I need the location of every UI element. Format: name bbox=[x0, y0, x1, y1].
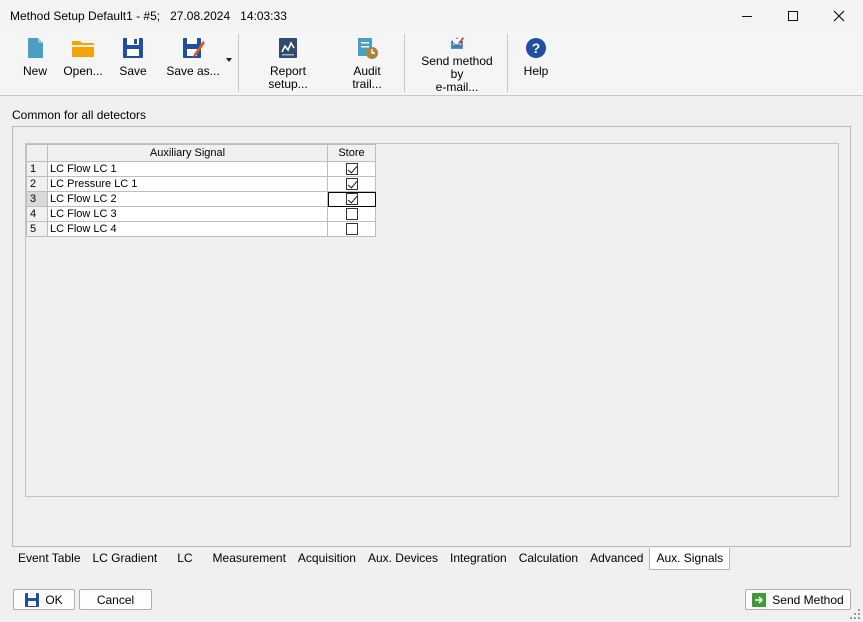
audit-trail-icon bbox=[358, 38, 378, 59]
tab-calculation[interactable]: Calculation bbox=[513, 548, 584, 569]
help-button[interactable]: ? Help bbox=[520, 32, 552, 94]
store-checkbox[interactable] bbox=[345, 163, 358, 176]
tab-lc[interactable]: LC bbox=[163, 548, 206, 569]
ok-label: OK bbox=[45, 592, 63, 607]
signal-name-cell[interactable]: LC Flow LC 3 bbox=[47, 206, 328, 222]
send-method-button[interactable]: Send Method bbox=[745, 589, 851, 610]
maximize-button[interactable] bbox=[770, 0, 816, 32]
cancel-label: Cancel bbox=[96, 592, 135, 607]
maximize-icon bbox=[788, 11, 798, 21]
auxiliary-signal-header[interactable]: Auxiliary Signal bbox=[47, 144, 328, 162]
row-number[interactable]: 4 bbox=[26, 206, 48, 222]
signal-name-cell[interactable]: LC Flow LC 4 bbox=[47, 221, 328, 237]
svg-text:?: ? bbox=[532, 40, 541, 56]
store-cell[interactable] bbox=[327, 206, 376, 222]
report-setup-icon bbox=[279, 38, 297, 58]
report-setup-button[interactable]: Report setup... bbox=[250, 32, 326, 94]
tab-measurement[interactable]: Measurement bbox=[207, 548, 292, 569]
toolbar-separator bbox=[507, 34, 508, 92]
row-number[interactable]: 1 bbox=[26, 161, 48, 177]
folder-open-icon bbox=[72, 41, 94, 57]
tab-aux-devices[interactable]: Aux. Devices bbox=[362, 548, 444, 569]
table-row[interactable]: 5 LC Flow LC 4 bbox=[26, 221, 376, 237]
table-row[interactable]: 2 LC Pressure LC 1 bbox=[26, 176, 376, 192]
send-method-email-button[interactable]: Send method by e-mail... bbox=[414, 32, 500, 94]
signal-name-cell[interactable]: LC Flow LC 1 bbox=[47, 161, 328, 177]
section-label: Common for all detectors bbox=[12, 108, 147, 122]
store-header[interactable]: Store bbox=[327, 144, 376, 162]
row-number[interactable]: 2 bbox=[26, 176, 48, 192]
tab-aux-signals[interactable]: Aux. Signals bbox=[649, 548, 731, 570]
ok-button[interactable]: OK bbox=[13, 589, 75, 610]
send-method-label: Send Method bbox=[772, 592, 844, 607]
tab-lc-gradient[interactable]: LC Gradient bbox=[87, 548, 164, 569]
aux-signal-table: Auxiliary Signal Store 1 LC Flow LC 1 2 … bbox=[26, 144, 376, 237]
tab-advanced[interactable]: Advanced bbox=[584, 548, 649, 569]
row-number[interactable]: 3 bbox=[26, 191, 48, 207]
new-button[interactable]: New bbox=[18, 32, 52, 94]
toolbar-separator bbox=[404, 34, 405, 92]
aux-signals-panel: Auxiliary Signal Store 1 LC Flow LC 1 2 … bbox=[12, 126, 851, 547]
row-number-header bbox=[26, 144, 48, 162]
resize-grip[interactable] bbox=[850, 609, 860, 619]
row-number[interactable]: 5 bbox=[26, 221, 48, 237]
table-row[interactable]: 4 LC Flow LC 3 bbox=[26, 206, 376, 222]
email-method-icon bbox=[450, 37, 464, 49]
help-icon: ? bbox=[526, 38, 546, 58]
toolbar-separator bbox=[238, 34, 239, 92]
cancel-button[interactable]: Cancel bbox=[79, 589, 152, 610]
save-button[interactable]: Save bbox=[116, 32, 150, 94]
store-cell[interactable] bbox=[327, 221, 376, 237]
save-as-icon bbox=[183, 38, 205, 58]
minimize-button[interactable] bbox=[724, 0, 770, 32]
close-icon bbox=[833, 10, 845, 22]
tab-event-table[interactable]: Event Table bbox=[12, 548, 87, 569]
store-cell[interactable] bbox=[327, 161, 376, 177]
tab-acquisition[interactable]: Acquisition bbox=[292, 548, 362, 569]
open-button[interactable]: Open... bbox=[63, 32, 103, 94]
floppy-disk-icon bbox=[123, 38, 143, 58]
table-row[interactable]: 1 LC Flow LC 1 bbox=[26, 161, 376, 177]
table-row[interactable]: 3 LC Flow LC 2 bbox=[26, 191, 376, 207]
save-as-dropdown-icon[interactable] bbox=[226, 58, 232, 62]
toolbar: New Open... Save Save as... Report setup… bbox=[0, 32, 863, 96]
minimize-icon bbox=[742, 15, 752, 17]
title-bar: Method Setup Default1 - #5; 27.08.2024 1… bbox=[0, 0, 863, 32]
audit-trail-button[interactable]: Audit trail... bbox=[338, 32, 396, 94]
store-checkbox[interactable] bbox=[345, 193, 358, 206]
store-checkbox[interactable] bbox=[345, 223, 358, 236]
store-cell[interactable] bbox=[327, 191, 376, 207]
tab-integration[interactable]: Integration bbox=[444, 548, 513, 569]
send-arrow-icon bbox=[752, 592, 767, 607]
floppy-disk-icon bbox=[25, 592, 40, 607]
store-cell[interactable] bbox=[327, 176, 376, 192]
method-tabs: Event Table LC Gradient LC Measurement A… bbox=[12, 548, 851, 570]
table-header-row: Auxiliary Signal Store bbox=[26, 144, 376, 162]
aux-signal-grid-area: Auxiliary Signal Store 1 LC Flow LC 1 2 … bbox=[25, 143, 839, 497]
close-button[interactable] bbox=[816, 0, 862, 32]
new-document-icon bbox=[28, 38, 43, 58]
signal-name-cell[interactable]: LC Flow LC 2 bbox=[47, 191, 328, 207]
signal-name-cell[interactable]: LC Pressure LC 1 bbox=[47, 176, 328, 192]
window-title: Method Setup Default1 - #5; 27.08.2024 1… bbox=[10, 9, 287, 23]
save-as-button[interactable]: Save as... bbox=[165, 32, 221, 94]
store-checkbox[interactable] bbox=[345, 178, 358, 191]
store-checkbox[interactable] bbox=[345, 208, 358, 221]
